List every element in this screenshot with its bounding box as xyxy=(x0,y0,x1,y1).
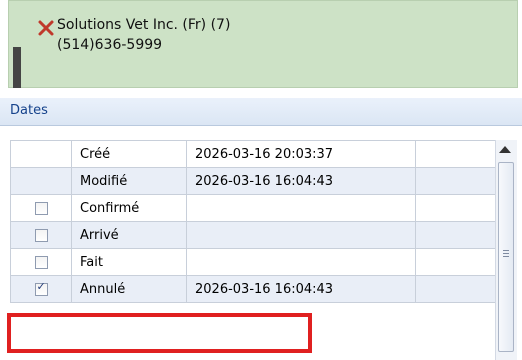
date-row-label: Modifié xyxy=(71,167,187,195)
status-checkbox[interactable] xyxy=(34,280,48,296)
client-name: Solutions Vet Inc. (Fr) (7) xyxy=(57,17,231,33)
scroll-grip-icon xyxy=(503,250,509,257)
date-row-value: 2026-03-16 20:03:37 xyxy=(186,140,416,168)
date-row[interactable]: Fait xyxy=(10,248,496,276)
date-row-label: Créé xyxy=(71,140,187,168)
date-row-label: Arrivé xyxy=(71,221,187,249)
annule-row-highlight xyxy=(7,313,312,353)
dates-panel-header: Dates xyxy=(0,98,522,126)
date-row-extra xyxy=(415,194,496,222)
dates-grid: Créé 2026-03-16 20:03:37 Modifié 2026-03-16… xyxy=(10,140,496,303)
status-checkbox[interactable] xyxy=(34,255,48,269)
appointment-card[interactable]: Solutions Vet Inc. (Fr) (7) (514)636-599… xyxy=(8,0,518,88)
dates-panel-title: Dates xyxy=(10,103,48,118)
close-x-icon[interactable] xyxy=(37,19,55,37)
date-row[interactable]: Annulé2026-03-16 16:04:43 xyxy=(10,275,496,303)
dates-scrollbar[interactable] xyxy=(495,140,517,360)
checkbox-cell xyxy=(10,140,72,168)
scroll-thumb[interactable] xyxy=(498,162,514,352)
date-row-extra xyxy=(415,248,496,276)
checkbox-cell xyxy=(10,221,72,249)
date-row-extra xyxy=(415,167,496,195)
date-row-extra xyxy=(415,275,496,303)
date-row-value: 2026-03-16 16:04:43 xyxy=(186,167,416,195)
date-row-label: Fait xyxy=(71,248,187,276)
date-row-extra xyxy=(415,221,496,249)
date-row[interactable]: Arrivé xyxy=(10,221,496,249)
date-row[interactable]: Confirmé xyxy=(10,194,496,222)
date-row-value xyxy=(186,221,416,249)
date-row-value: 2026-03-16 16:04:43 xyxy=(186,275,416,303)
date-row-extra xyxy=(415,140,496,168)
date-row-label: Annulé xyxy=(71,275,187,303)
status-checkbox[interactable] xyxy=(34,228,48,242)
checkbox-cell xyxy=(10,194,72,222)
checkbox-cell xyxy=(10,167,72,195)
scroll-up-arrow-icon[interactable] xyxy=(499,146,511,153)
checkbox-cell xyxy=(10,248,72,276)
date-row-value xyxy=(186,248,416,276)
checkbox-cell xyxy=(10,275,72,303)
status-checkbox[interactable] xyxy=(34,201,48,215)
date-row-value xyxy=(186,194,416,222)
date-row[interactable]: Modifié 2026-03-16 16:04:43 xyxy=(10,167,496,195)
date-row[interactable]: Créé 2026-03-16 20:03:37 xyxy=(10,140,496,168)
client-phone: (514)636-5999 xyxy=(57,37,163,53)
date-row-label: Confirmé xyxy=(71,194,187,222)
card-side-bar xyxy=(13,47,21,88)
